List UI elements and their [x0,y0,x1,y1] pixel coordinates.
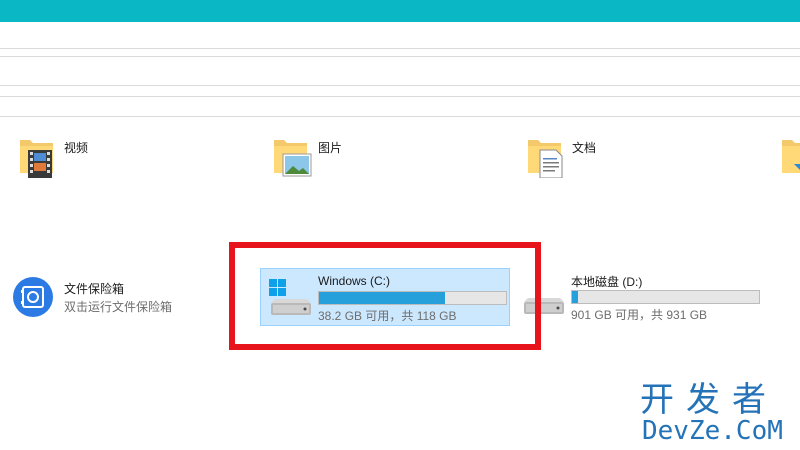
drive-d[interactable]: 本地磁盘 (D:) 901 GB 可用，共 931 GB [514,268,764,326]
folder-label: 文档 [572,141,597,155]
file-vault-item[interactable]: 文件保险箱 双击运行文件保险箱 [12,276,232,320]
title-bar [0,0,800,22]
folder-videos[interactable]: 视频 [18,130,218,180]
drive-d-usage-fill [572,291,578,303]
divider [0,96,800,97]
drive-d-usage-bar [571,290,760,304]
video-folder-icon [20,140,53,178]
folder-documents[interactable]: 文档 [526,130,726,180]
safe-icon [13,277,53,317]
downloads-folder-icon [782,140,800,173]
drive-d-space-info: 901 GB 可用，共 931 GB [571,308,708,322]
watermark-line1: 开发者 [640,380,778,420]
file-explorer-window: 视频 图片 文档 文件保险箱 双击运行文件保险箱 Windows (C:) 38… [0,0,800,450]
divider [0,116,800,117]
documents-folder-icon [528,140,563,178]
drive-d-name: 本地磁盘 (D:) [571,275,643,289]
vault-title: 文件保险箱 [64,282,125,296]
watermark: 开发者 DevZe.CoM [638,380,798,446]
divider [0,48,800,49]
watermark-line2: DevZe.CoM [642,416,783,446]
folder-downloads[interactable] [780,130,800,180]
pictures-folder-icon [274,140,312,177]
divider [0,85,800,86]
highlight-box [229,242,541,350]
divider [0,56,800,57]
folder-pictures[interactable]: 图片 [272,130,472,180]
vault-subtitle: 双击运行文件保险箱 [64,300,173,314]
folder-label: 图片 [318,141,343,155]
folder-label: 视频 [64,141,89,155]
